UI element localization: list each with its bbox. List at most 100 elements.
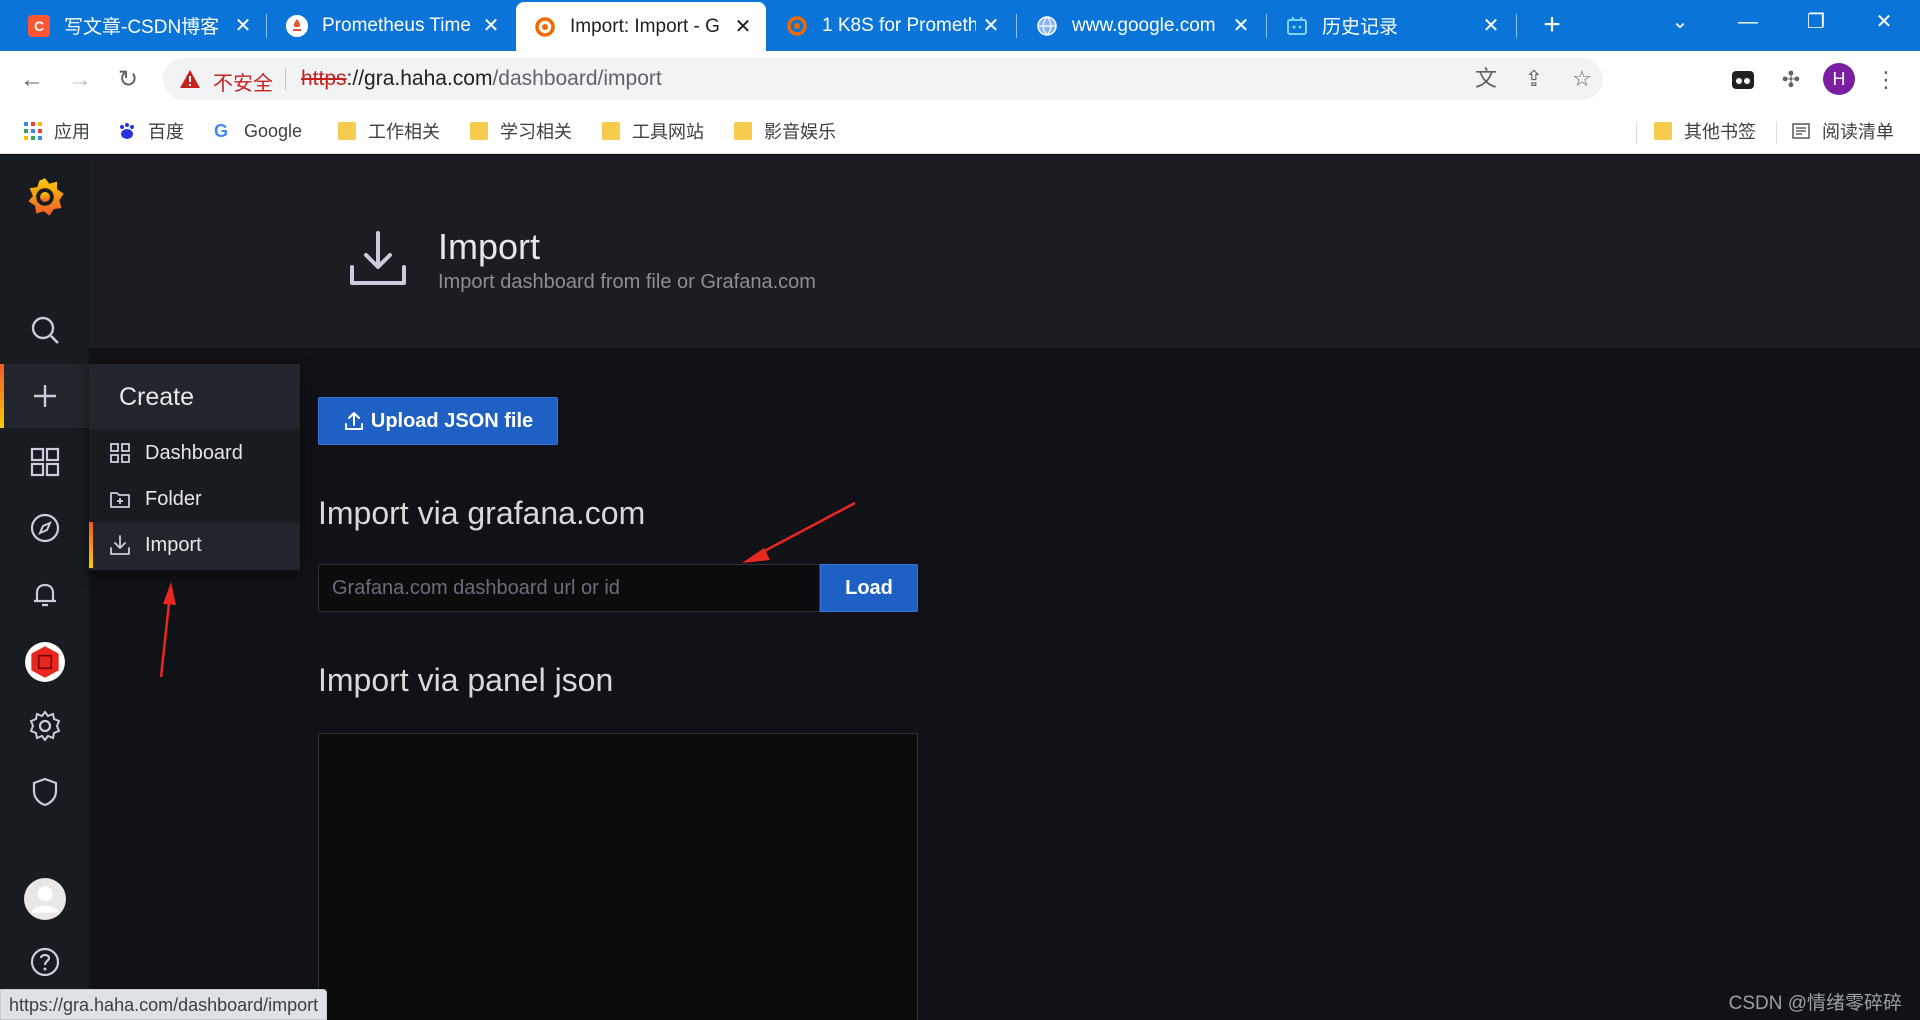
forward-button[interactable]: → [61,61,99,99]
bookmark-folder-tools[interactable]: 工具网站 [602,116,704,146]
url-scheme: https [301,67,347,90]
share-icon[interactable]: ⇪ [1518,63,1550,95]
reload-button[interactable]: ↻ [109,61,147,99]
bookmark-label: 应用 [54,122,90,142]
close-icon[interactable]: ✕ [728,14,758,39]
grafana-com-url-input[interactable] [319,565,819,611]
create-menu-item-folder[interactable]: Folder [89,476,300,522]
browser-tab-bar: C 写文章-CSDN博客 ✕ Prometheus Time ✕ Import:… [0,0,1920,51]
close-icon[interactable]: ✕ [976,13,1006,38]
bookmark-divider [1776,122,1777,144]
tab-k8s[interactable]: 1 K8S for Prometh ✕ [768,0,1014,51]
tab-title: 1 K8S for Prometh [822,14,976,36]
url-host: ://gra.haha.com [346,67,493,90]
grafana-com-url-field[interactable] [318,564,820,612]
new-tab-button[interactable]: + [1534,8,1570,44]
extensions-puzzle-icon[interactable]: ✣ [1775,64,1807,96]
reading-list-button[interactable]: 阅读清单 [1792,116,1894,146]
page-subtitle: Import dashboard from file or Grafana.co… [438,271,816,293]
bookmark-other[interactable]: 其他书签 [1654,116,1756,146]
import-header-icon [350,231,406,285]
tab-title: Prometheus Time [322,14,471,36]
extension-app-icon[interactable] [1727,64,1759,96]
help-icon[interactable] [0,930,89,994]
translate-icon[interactable]: 文 [1470,63,1502,95]
grafana-com-section-title: Import via grafana.com [318,495,646,531]
grafana-icon [786,15,808,37]
create-menu-item-import[interactable]: Import [89,522,300,568]
tab-divider [1016,14,1017,38]
dashboard-grid-icon [110,443,130,463]
load-button[interactable]: Load [820,564,918,612]
url-path: /dashboard/import [492,67,662,90]
tab-title: 历史记录 [1322,17,1399,38]
tab-divider [1266,14,1267,38]
server-admin-shield-icon[interactable] [0,760,89,824]
bookmark-folder-study[interactable]: 学习相关 [470,116,572,146]
bookmark-label: 其他书签 [1684,122,1756,142]
upload-icon [344,412,363,430]
back-button[interactable]: ← [13,61,51,99]
create-menu-item-dashboard[interactable]: Dashboard [89,430,300,476]
globe-icon [1036,15,1058,37]
security-label[interactable]: 不安全 [213,67,273,96]
more-menu-icon[interactable]: ⋮ [1870,64,1902,96]
tab-search-chevron-icon[interactable]: ⌄ [1650,0,1710,44]
tab-title: Import: Import - G [570,15,720,37]
tab-grafana-import[interactable]: Import: Import - G ✕ [516,2,766,51]
tab-google[interactable]: www.google.com ✕ [1018,0,1264,51]
create-menu-title[interactable]: Create [89,364,300,430]
address-divider [285,68,286,90]
panel-json-textarea[interactable] [318,733,918,1020]
csdn-icon: C [28,14,50,37]
warning-icon [180,70,200,88]
profile-avatar[interactable]: H [1823,63,1855,95]
page-header: Import Import dashboard from file or Gra… [89,155,1920,348]
bookmark-label: 工具网站 [632,122,704,142]
prometheus-icon [286,14,308,37]
tab-history[interactable]: 历史记录 ✕ [1268,0,1514,51]
upload-json-button[interactable]: Upload JSON file [318,397,558,445]
bookmark-apps[interactable]: 应用 [24,116,90,146]
bookmark-folder-work[interactable]: 工作相关 [338,116,440,146]
dashboards-grid-icon[interactable] [0,430,89,494]
tab-title: 写文章-CSDN博客 [64,17,220,38]
configuration-gear-icon[interactable] [0,694,89,758]
minimize-button[interactable]: — [1718,0,1778,44]
history-icon [1286,15,1308,37]
folder-icon [1654,122,1672,140]
close-icon[interactable]: ✕ [1476,13,1506,38]
grafana-logo-icon[interactable] [0,165,89,229]
create-plus-icon[interactable] [0,364,89,428]
explore-compass-icon[interactable] [0,496,89,560]
folder-icon [734,122,752,140]
google-icon: G [214,121,229,141]
search-icon[interactable] [0,298,89,362]
url-text[interactable]: https://gra.haha.com/dashboard/import [301,67,662,91]
alerting-bell-icon[interactable] [0,562,89,626]
bookmark-folder-media[interactable]: 影音娱乐 [734,116,836,146]
folder-icon [338,122,356,140]
address-bar[interactable]: 不安全 https://gra.haha.com/dashboard/impor… [163,58,1603,100]
close-icon[interactable]: ✕ [476,13,506,38]
bookmark-divider [1636,122,1637,144]
bookmark-label: 工作相关 [368,122,440,142]
tab-prometheus[interactable]: Prometheus Time ✕ [268,0,514,51]
tab-csdn[interactable]: C 写文章-CSDN博客 ✕ [10,0,266,51]
star-icon[interactable]: ☆ [1566,63,1598,95]
bookmark-baidu[interactable]: 百度 [118,116,184,146]
plugin-app-icon[interactable] [0,630,89,694]
folder-icon [602,122,620,140]
reading-list-icon [1792,123,1810,139]
close-icon[interactable]: ✕ [228,13,258,38]
close-window-button[interactable]: ✕ [1854,0,1914,44]
user-avatar[interactable] [0,867,89,931]
link-status-bar: https://gra.haha.com/dashboard/import [0,989,328,1020]
panel-json-section-title: Import via panel json [318,662,614,698]
restore-button[interactable]: ❐ [1786,0,1846,44]
grafana-app: Import Import dashboard from file or Gra… [0,155,1920,1020]
bookmark-google[interactable]: G Google [214,116,302,146]
folder-icon [470,122,488,140]
bookmark-label: 百度 [148,122,184,142]
close-icon[interactable]: ✕ [1226,13,1256,38]
